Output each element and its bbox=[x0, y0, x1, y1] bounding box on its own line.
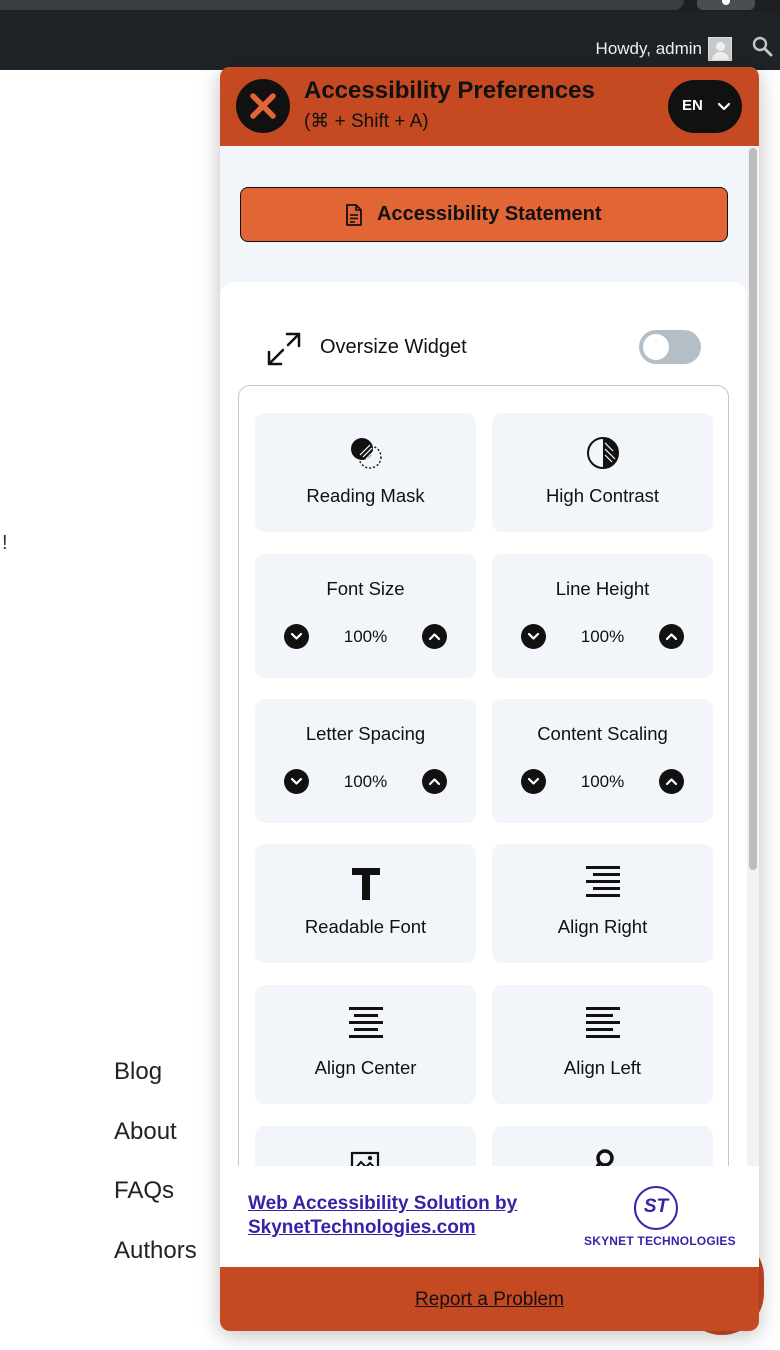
widget-scrollbar-thumb[interactable] bbox=[749, 148, 757, 870]
oversize-widget-toggle[interactable] bbox=[639, 330, 701, 364]
text-font-icon bbox=[351, 868, 380, 900]
letter-spacing-stepper: 100% bbox=[255, 769, 476, 797]
contrast-icon bbox=[586, 437, 619, 469]
reading-mask-icon bbox=[350, 438, 382, 469]
widget-footer: Web Accessibility Solution by SkynetTech… bbox=[220, 1166, 759, 1267]
image-icon bbox=[350, 1151, 379, 1166]
chevron-up-icon bbox=[665, 633, 678, 641]
chevron-up-icon bbox=[665, 778, 678, 786]
content-scaling-stepper: 100% bbox=[492, 769, 713, 797]
footer-nav: Blog About FAQs Authors bbox=[114, 1058, 197, 1296]
align-center-icon bbox=[348, 1007, 383, 1038]
report-bar: Report a Problem bbox=[220, 1267, 759, 1331]
hide-images-tile[interactable] bbox=[255, 1126, 476, 1166]
content-scaling-increase-button[interactable] bbox=[659, 769, 684, 794]
widget-title: Accessibility Preferences bbox=[304, 77, 595, 104]
content-scaling-tile: Content Scaling 100% bbox=[492, 699, 713, 823]
keyboard-shortcut: (⌘ + Shift + A) bbox=[304, 111, 429, 132]
content-scaling-label: Content Scaling bbox=[537, 723, 668, 744]
options-card: Oversize Widget Reading Mask High Contra… bbox=[220, 282, 747, 1166]
footer-link-blog[interactable]: Blog bbox=[114, 1058, 197, 1118]
skynet-logo[interactable]: ST bbox=[634, 1186, 678, 1230]
footer-link-faqs[interactable]: FAQs bbox=[114, 1177, 197, 1237]
letter-spacing-label: Letter Spacing bbox=[305, 723, 426, 744]
letter-spacing-increase-button[interactable] bbox=[422, 769, 447, 794]
language-code: EN bbox=[682, 97, 703, 114]
high-contrast-label: High Contrast bbox=[545, 485, 660, 506]
high-contrast-tile[interactable]: High Contrast bbox=[492, 413, 713, 532]
line-height-tile: Line Height 100% bbox=[492, 554, 713, 678]
accessibility-widget: Accessibility Preferences (⌘ + Shift + A… bbox=[220, 67, 759, 1331]
accessibility-statement-button[interactable]: Accessibility Statement bbox=[240, 187, 728, 242]
accessibility-statement-label: Accessibility Statement bbox=[377, 203, 602, 225]
align-left-tile[interactable]: Align Left bbox=[492, 985, 713, 1104]
line-height-stepper: 100% bbox=[492, 624, 713, 652]
language-selector[interactable]: EN bbox=[668, 80, 742, 133]
link-icon bbox=[594, 1149, 614, 1166]
letter-spacing-tile: Letter Spacing 100% bbox=[255, 699, 476, 823]
toggle-knob bbox=[643, 334, 669, 360]
align-left-icon bbox=[585, 1007, 620, 1038]
chevron-down-icon bbox=[717, 102, 731, 111]
skynet-brand-name: SKYNET TECHNOLOGIES bbox=[584, 1234, 736, 1248]
chevron-up-icon bbox=[428, 633, 441, 641]
readable-font-label: Readable Font bbox=[304, 916, 427, 937]
reading-mask-tile[interactable]: Reading Mask bbox=[255, 413, 476, 532]
align-right-icon bbox=[585, 866, 620, 897]
font-size-tile: Font Size 100% bbox=[255, 554, 476, 678]
close-icon bbox=[250, 93, 276, 119]
user-avatar[interactable] bbox=[708, 37, 732, 61]
align-right-tile[interactable]: Align Right bbox=[492, 844, 713, 963]
close-button[interactable] bbox=[236, 79, 290, 133]
oversize-widget-label: Oversize Widget bbox=[320, 336, 467, 358]
font-size-stepper: 100% bbox=[255, 624, 476, 652]
browser-address-bar[interactable] bbox=[0, 0, 684, 10]
align-left-label: Align Left bbox=[563, 1057, 642, 1078]
line-height-increase-button[interactable] bbox=[659, 624, 684, 649]
chevron-up-icon bbox=[428, 778, 441, 786]
skynet-logo-mark: ST bbox=[643, 1196, 669, 1217]
widget-body[interactable]: Accessibility Statement Oversize Widget bbox=[220, 146, 747, 1166]
footer-link-authors[interactable]: Authors bbox=[114, 1237, 197, 1297]
page-text-fragment: ! bbox=[2, 532, 8, 554]
footer-link-about[interactable]: About bbox=[114, 1118, 197, 1178]
expand-icon bbox=[267, 332, 301, 366]
align-center-label: Align Center bbox=[314, 1057, 417, 1078]
browser-toolbar bbox=[0, 0, 780, 12]
wp-admin-bar: Howdy, admin bbox=[0, 12, 780, 70]
font-size-label: Font Size bbox=[326, 578, 405, 599]
widget-header: Accessibility Preferences (⌘ + Shift + A… bbox=[220, 67, 759, 146]
solution-link[interactable]: Web Accessibility Solution by SkynetTech… bbox=[248, 1192, 558, 1240]
options-grid: Reading Mask High Contrast Font Size 100… bbox=[238, 385, 729, 1166]
cursor-tile[interactable] bbox=[492, 1126, 713, 1166]
document-icon bbox=[346, 204, 362, 226]
admin-greeting[interactable]: Howdy, admin bbox=[596, 39, 702, 59]
reading-mask-label: Reading Mask bbox=[306, 485, 425, 506]
align-center-tile[interactable]: Align Center bbox=[255, 985, 476, 1104]
readable-font-tile[interactable]: Readable Font bbox=[255, 844, 476, 963]
align-right-label: Align Right bbox=[557, 916, 648, 937]
line-height-label: Line Height bbox=[555, 578, 650, 599]
report-problem-link[interactable]: Report a Problem bbox=[220, 1289, 759, 1311]
font-size-increase-button[interactable] bbox=[422, 624, 447, 649]
